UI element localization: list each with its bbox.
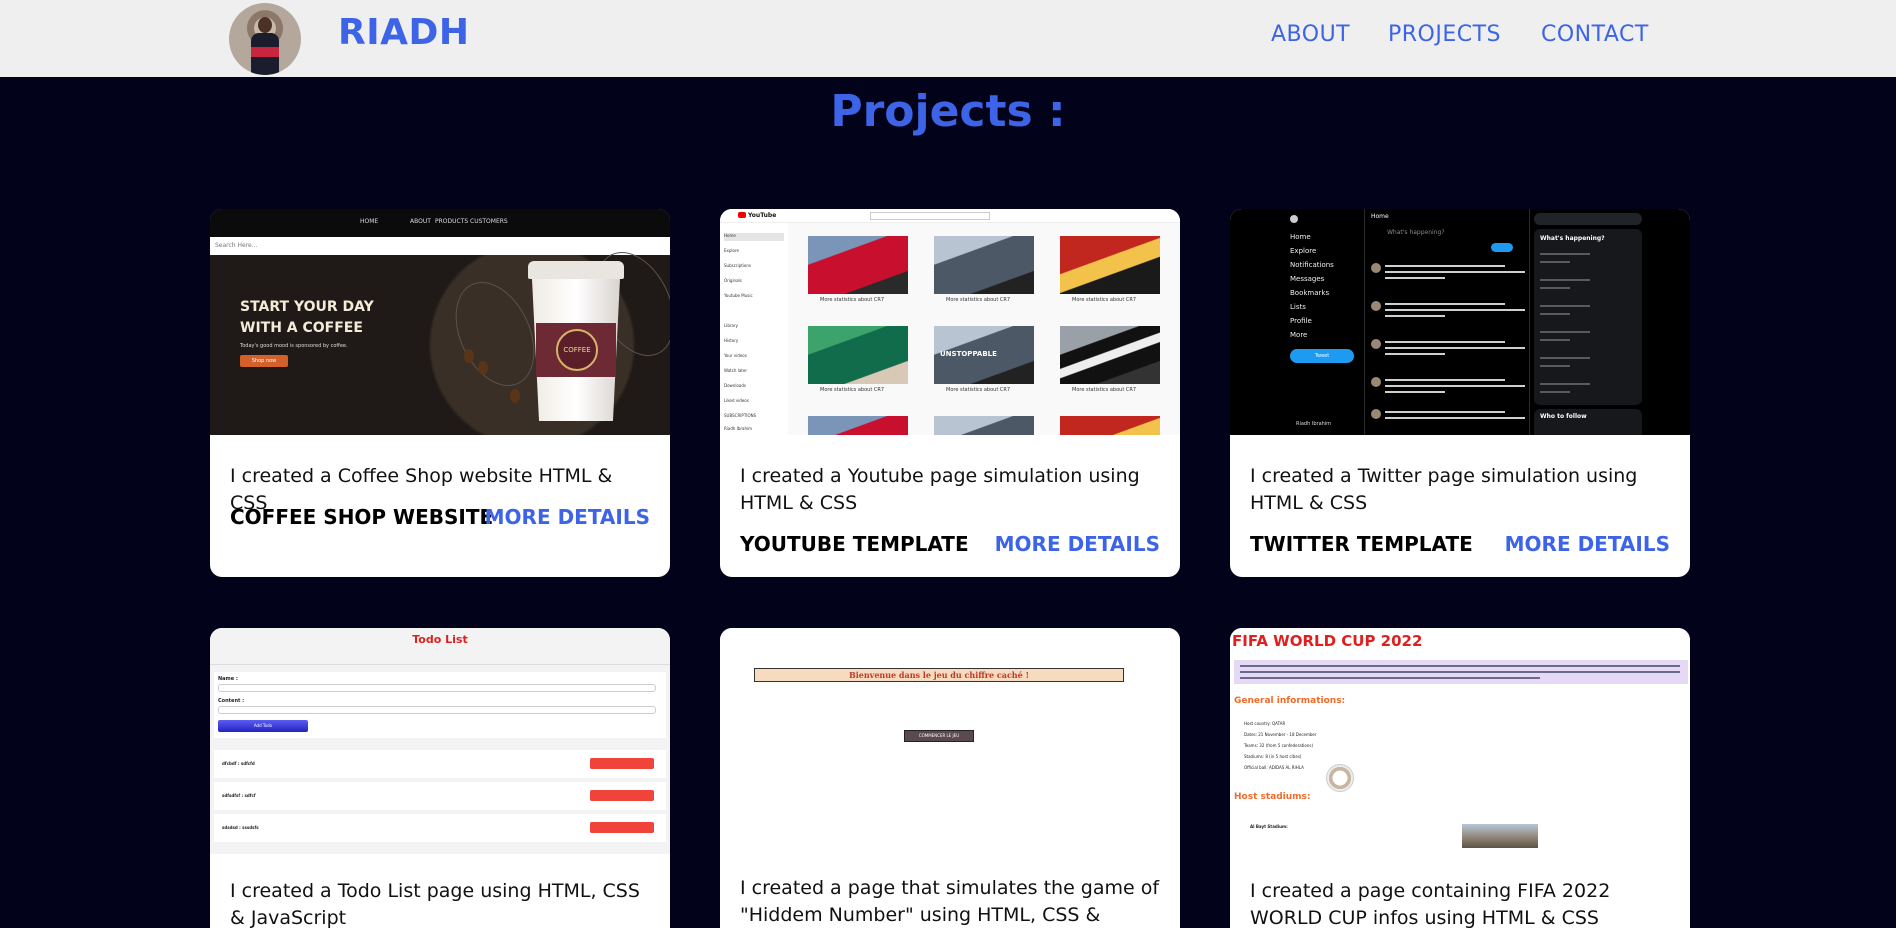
project-name: TWITTER TEMPLATE [1250,532,1473,556]
card-footer: TWITTER TEMPLATE MORE DETAILS [1250,532,1670,562]
project-thumbnail[interactable]: HOME ABOUT PRODUCTS CUSTOMERS Search Her… [210,209,670,435]
nav-contact[interactable]: CONTACT [1541,22,1649,47]
video-thumb [808,326,908,384]
thumb-info-list: Host country: QATAR Dates: 21 November -… [1244,721,1317,770]
project-description: I created a Todo List page using HTML, C… [230,880,640,928]
thumb-tagline: Today's good mood is sponsored by coffee… [240,343,348,349]
thumb-label: Name : [218,676,238,682]
project-thumbnail[interactable]: Bienvenue dans le jeu du chiffre caché !… [720,628,1180,854]
thumb-search [870,212,990,220]
project-thumbnail[interactable]: Home Explore Notifications Messages Book… [1230,209,1690,435]
project-thumbnail[interactable]: Todo List Name : Content : Add Todo dfcb… [210,628,670,854]
project-description: I created a Youtube page simulation usin… [740,465,1140,514]
section-title: Projects : [830,86,1066,137]
video-thumb [934,416,1034,435]
more-details-link[interactable]: MORE DETAILS [485,505,650,529]
project-card-coffee: HOME ABOUT PRODUCTS CUSTOMERS Search Her… [210,209,670,577]
thumb-intro [1234,660,1688,684]
project-card-youtube: YouTube Home Explore Subscriptions Origi… [720,209,1180,577]
thumb-input [218,706,656,714]
project-name: YOUTUBE TEMPLATE [740,532,969,556]
video-thumb [934,236,1034,294]
thumb-label: Content : [218,698,245,704]
thumb-shop-button: Shop now [240,355,288,367]
project-thumbnail[interactable]: YouTube Home Explore Subscriptions Origi… [720,209,1180,435]
thumb-search: Search Here... [210,237,670,255]
thumb-feed: Home What's happening? [1364,209,1530,435]
site-header: RIADH ABOUT PROJECTS CONTACT [0,0,1896,77]
brand-logo[interactable]: RIADH [338,12,470,53]
twitter-logo-icon [1290,215,1298,223]
thumb-nav-item: ABOUT [410,218,431,225]
coffee-bean [510,389,520,403]
thumb-banner: Bienvenue dans le jeu du chiffre caché ! [754,668,1124,682]
project-card-hidden-number: Bienvenue dans le jeu du chiffre caché !… [720,628,1180,928]
project-name: COFFEE SHOP WEBSITE [230,505,494,529]
thumb-todo-row: sdsdsd : sssdsfs [214,814,666,842]
thumb-todo-row: sdfsdfsf : sdfcf [214,782,666,810]
thumb-headline: START YOUR DAY WITH A COFFEE [240,299,374,336]
thumb-user: Riadh Ibrahim [1296,421,1332,427]
thumb-start-button: COMMENCER LE JEU [904,730,974,742]
thumb-title: Todo List [412,633,468,646]
project-description: I created a page containing FIFA 2022 WO… [1250,880,1611,928]
coffee-cup-image: COFFEE [528,261,624,421]
nav-projects[interactable]: PROJECTS [1388,22,1501,47]
thumb-logo: YouTube [748,212,777,219]
thumb-nav-item: PRODUCTS [435,218,469,225]
thumb-nav-item: CUSTOMERS [470,218,508,225]
video-thumb [808,416,908,435]
youtube-logo-icon [738,212,746,218]
video-thumb: UNSTOPPABLE [934,326,1034,384]
project-thumbnail[interactable]: FIFA WORLD CUP 2022 General informations… [1230,628,1690,854]
card-footer: COFFEE SHOP WEBSITE MORE DETAILS [230,505,650,535]
thumb-todo-row: dfcbdf : sdfcfd [214,750,666,778]
project-description: I created a Twitter page simulation usin… [1250,465,1638,514]
project-card-fifa: FIFA WORLD CUP 2022 General informations… [1230,628,1690,928]
thumb-tweet-button: Tweet [1290,349,1354,363]
nav-about[interactable]: ABOUT [1271,22,1350,47]
card-footer: YOUTUBE TEMPLATE MORE DETAILS [740,532,1160,562]
project-description: I created a page that simulates the game… [740,877,1160,926]
thumb-trends: What's happening? [1534,229,1642,405]
avatar [229,3,301,75]
stadium-image [1462,824,1538,848]
project-card-twitter: Home Explore Notifications Messages Book… [1230,209,1690,577]
video-thumb [1060,236,1160,294]
ball-image [1326,764,1354,792]
thumb-search [1534,213,1642,225]
thumb-stadium: Al Bayt Stadium: [1250,824,1288,829]
coffee-bean [478,361,488,375]
video-thumb [808,236,908,294]
thumb-add-button: Add Todo [218,720,308,732]
more-details-link[interactable]: MORE DETAILS [1505,532,1670,556]
video-thumb [1060,326,1160,384]
project-card-todo: Todo List Name : Content : Add Todo dfcb… [210,628,670,928]
thumb-input [218,684,656,692]
coffee-bean [464,349,474,363]
thumb-title: FIFA WORLD CUP 2022 [1232,632,1423,650]
thumb-video-grid: More statistics about CR7 More statistic… [788,223,1180,435]
thumb-sidebar: Home Explore Subscriptions Originals You… [720,223,788,435]
thumb-who-to-follow: Who to follow [1534,409,1642,435]
thumb-heading: Host stadiums: [1234,792,1311,802]
more-details-link[interactable]: MORE DETAILS [995,532,1160,556]
thumb-heading: General informations: [1234,696,1346,706]
video-thumb [1060,416,1160,435]
thumb-nav-item: HOME [360,218,379,225]
